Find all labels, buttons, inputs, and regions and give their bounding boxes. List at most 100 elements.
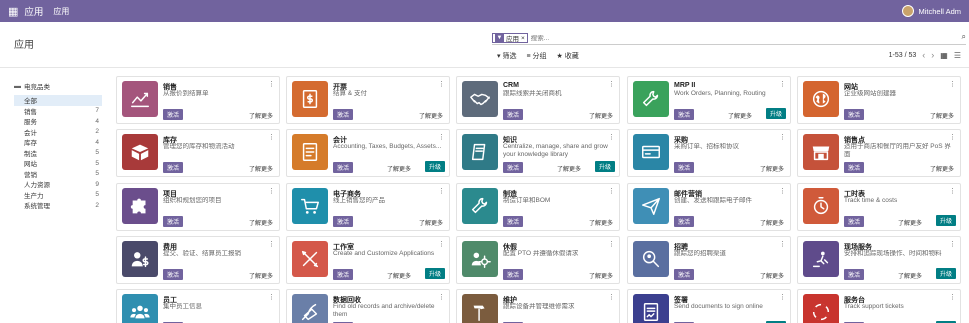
kebab-menu-icon[interactable]: ⋮ xyxy=(779,293,786,301)
app-card[interactable]: 会计 Accounting, Taxes, Budgets, Assets...… xyxy=(286,129,450,177)
search-input[interactable] xyxy=(530,34,966,42)
activate-button[interactable]: 激活 xyxy=(333,162,354,173)
app-card[interactable]: 费用 提交、验证、结算员工报销 ⋮ 激活 了解更多 xyxy=(116,236,280,284)
activate-button[interactable]: 激活 xyxy=(674,109,695,120)
app-card[interactable]: 服务台 Track support tickets ⋮ 激活 升级 了解更多 xyxy=(797,289,961,323)
navbar-app-name[interactable]: 应用 xyxy=(24,4,43,18)
learn-more-link[interactable]: 了解更多 xyxy=(589,271,613,280)
app-card[interactable]: 网站 企业级网站创建器 ⋮ 激活 了解更多 xyxy=(797,76,961,124)
filter-button[interactable]: ▾ 筛选 xyxy=(497,51,516,61)
search-bar[interactable]: ▼ 应用 × ⌕ xyxy=(492,32,966,45)
app-card[interactable]: 签署 Send documents to sign online ⋮ 激活 升级… xyxy=(627,289,791,323)
kebab-menu-icon[interactable]: ⋮ xyxy=(779,133,786,141)
search-facet[interactable]: ▼ 应用 × xyxy=(492,33,528,43)
learn-more-link[interactable]: 了解更多 xyxy=(419,111,443,120)
upgrade-button[interactable]: 升级 xyxy=(765,108,786,119)
pager-value[interactable]: 1-53 / 53 xyxy=(889,52,917,59)
activate-button[interactable]: 激活 xyxy=(163,109,184,120)
list-view-icon[interactable]: ☰ xyxy=(954,51,961,60)
learn-more-link[interactable]: 了解更多 xyxy=(589,111,613,120)
activate-button[interactable]: 激活 xyxy=(163,162,184,173)
kebab-menu-icon[interactable]: ⋮ xyxy=(268,187,275,195)
app-card[interactable]: 员工 集中员工信息 ⋮ 激活 了解更多 xyxy=(116,289,280,323)
app-card[interactable]: 库存 管理您的库存和物流活动 ⋮ 激活 了解更多 xyxy=(116,129,280,177)
navbar-menu-apps[interactable]: 应用 xyxy=(53,6,69,17)
learn-more-link[interactable]: 了解更多 xyxy=(728,111,752,120)
kebab-menu-icon[interactable]: ⋮ xyxy=(949,80,956,88)
sidebar-item[interactable]: 会计 2 xyxy=(14,127,102,138)
activate-button[interactable]: 激活 xyxy=(333,269,354,280)
kebab-menu-icon[interactable]: ⋮ xyxy=(438,187,445,195)
activate-button[interactable]: 激活 xyxy=(163,216,184,227)
learn-more-link[interactable]: 了解更多 xyxy=(930,111,954,120)
kebab-menu-icon[interactable]: ⋮ xyxy=(608,293,615,301)
kebab-menu-icon[interactable]: ⋮ xyxy=(779,187,786,195)
sidebar-item[interactable]: 人力资源 9 xyxy=(14,179,102,190)
learn-more-link[interactable]: 了解更多 xyxy=(930,164,954,173)
activate-button[interactable]: 激活 xyxy=(503,216,524,227)
app-card[interactable]: 现场服务 安排和追踪现场操作、时间和物料 ⋮ 激活 升级 了解更多 xyxy=(797,236,961,284)
kebab-menu-icon[interactable]: ⋮ xyxy=(949,240,956,248)
kebab-menu-icon[interactable]: ⋮ xyxy=(608,133,615,141)
activate-button[interactable]: 激活 xyxy=(674,216,695,227)
kebab-menu-icon[interactable]: ⋮ xyxy=(438,293,445,301)
learn-more-link[interactable]: 了解更多 xyxy=(249,218,273,227)
learn-more-link[interactable]: 了解更多 xyxy=(557,164,581,173)
app-card[interactable]: 数据回收 Find old records and archive/delete… xyxy=(286,289,450,323)
kebab-menu-icon[interactable]: ⋮ xyxy=(268,80,275,88)
app-card[interactable]: 采购 采购订单、招标和协议 ⋮ 激活 了解更多 xyxy=(627,129,791,177)
kebab-menu-icon[interactable]: ⋮ xyxy=(608,80,615,88)
kebab-menu-icon[interactable]: ⋮ xyxy=(438,80,445,88)
activate-button[interactable]: 激活 xyxy=(674,162,695,173)
facet-remove-icon[interactable]: × xyxy=(521,35,525,42)
sidebar-item[interactable]: 销售 7 xyxy=(14,106,102,117)
learn-more-link[interactable]: 了解更多 xyxy=(249,271,273,280)
pager-next-icon[interactable]: › xyxy=(931,50,934,60)
kebab-menu-icon[interactable]: ⋮ xyxy=(779,240,786,248)
app-card[interactable]: 招聘 跟踪您的招聘渠道 ⋮ 激活 了解更多 xyxy=(627,236,791,284)
upgrade-button[interactable]: 升级 xyxy=(935,215,956,226)
kebab-menu-icon[interactable]: ⋮ xyxy=(268,293,275,301)
learn-more-link[interactable]: 了解更多 xyxy=(760,271,784,280)
app-card[interactable]: 知识 Centralize, manage, share and grow yo… xyxy=(456,129,620,177)
learn-more-link[interactable]: 了解更多 xyxy=(760,164,784,173)
learn-more-link[interactable]: 了解更多 xyxy=(419,218,443,227)
kebab-menu-icon[interactable]: ⋮ xyxy=(779,80,786,88)
activate-button[interactable]: 激活 xyxy=(503,269,524,280)
upgrade-button[interactable]: 升级 xyxy=(424,268,445,279)
activate-button[interactable]: 激活 xyxy=(844,216,865,227)
learn-more-link[interactable]: 了解更多 xyxy=(898,271,922,280)
user-menu[interactable]: Mitchell Adm xyxy=(902,5,961,17)
sidebar-item[interactable]: 库存 4 xyxy=(14,137,102,148)
app-card[interactable]: 销售 从报价到结算单 ⋮ 激活 了解更多 xyxy=(116,76,280,124)
learn-more-link[interactable]: 了解更多 xyxy=(387,164,411,173)
app-card[interactable]: 电子商务 线上销售您的产品 ⋮ 激活 了解更多 xyxy=(286,183,450,231)
kebab-menu-icon[interactable]: ⋮ xyxy=(608,187,615,195)
learn-more-link[interactable]: 了解更多 xyxy=(249,111,273,120)
favorites-button[interactable]: ★ 收藏 xyxy=(557,51,579,61)
learn-more-link[interactable]: 了解更多 xyxy=(387,271,411,280)
app-card[interactable]: 维护 跟踪设备并管理维修需求 ⋮ 激活 了解更多 xyxy=(456,289,620,323)
app-card[interactable]: 邮件营销 创建、发送和跟踪电子邮件 ⋮ 激活 了解更多 xyxy=(627,183,791,231)
sidebar-item[interactable]: 营销 5 xyxy=(14,169,102,180)
activate-button[interactable]: 激活 xyxy=(333,109,354,120)
app-card[interactable]: 项目 组织和规划您的项目 ⋮ 激活 了解更多 xyxy=(116,183,280,231)
activate-button[interactable]: 激活 xyxy=(844,162,865,173)
sidebar-item[interactable]: 全部 xyxy=(14,95,102,106)
app-card[interactable]: 工作室 Create and Customize Applications ⋮ … xyxy=(286,236,450,284)
app-card[interactable]: 销售点 适用于商店和餐厅的用户友好 PoS 界面 ⋮ 激活 了解更多 xyxy=(797,129,961,177)
kebab-menu-icon[interactable]: ⋮ xyxy=(949,293,956,301)
app-card[interactable]: 制造 制造订单和BOM ⋮ 激活 了解更多 xyxy=(456,183,620,231)
upgrade-button[interactable]: 升级 xyxy=(935,268,956,279)
kebab-menu-icon[interactable]: ⋮ xyxy=(608,240,615,248)
group-by-button[interactable]: ≡ 分组 xyxy=(526,51,546,61)
sidebar-item[interactable]: 制造 5 xyxy=(14,148,102,159)
pager-prev-icon[interactable]: ‹ xyxy=(922,50,925,60)
activate-button[interactable]: 激活 xyxy=(503,162,524,173)
kanban-view-icon[interactable]: ▦ xyxy=(940,51,948,60)
activate-button[interactable]: 激活 xyxy=(333,216,354,227)
sidebar-item[interactable]: 服务 4 xyxy=(14,116,102,127)
kebab-menu-icon[interactable]: ⋮ xyxy=(268,240,275,248)
app-card[interactable]: 工时表 Track time & costs ⋮ 激活 升级 了解更多 xyxy=(797,183,961,231)
app-card[interactable]: MRP II Work Orders, Planning, Routing ⋮ … xyxy=(627,76,791,124)
